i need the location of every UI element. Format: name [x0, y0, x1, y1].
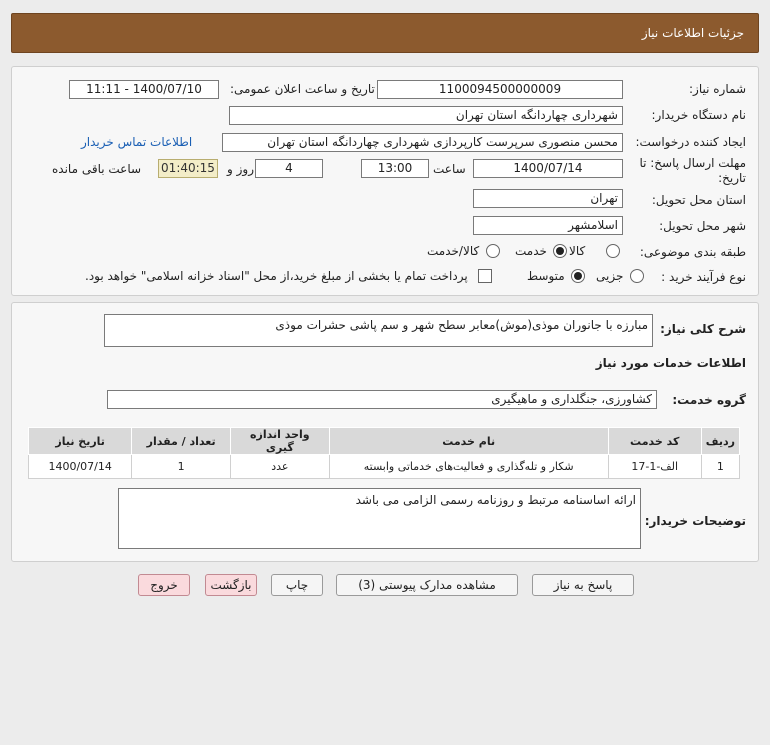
deadline-label-date: تاریخ: [718, 171, 746, 185]
process-label: نوع فرآیند خرید : [661, 270, 746, 284]
cell-row: 1 [700, 454, 741, 479]
buyer-label: نام دستگاه خریدار: [651, 108, 747, 122]
deadline-time-label: ساعت [433, 162, 466, 176]
col-service-code: کد خدمت [607, 427, 702, 455]
city-label: شهر محل تحویل: [659, 219, 746, 233]
creator-field: محسن منصوری سرپرست کارپردازی شهرداری چها… [222, 133, 623, 152]
need-number-field: 1100094500000009 [377, 80, 623, 99]
category-label: طبقه بندی موضوعی: [639, 245, 746, 259]
summary-label: شرح کلی نیاز: [660, 322, 746, 336]
remaining-label: ساعت باقی مانده [52, 162, 142, 176]
table-row: 1 الف-1-17 شکار و تله‌گذاری و فعالیت‌های… [27, 454, 741, 479]
cell-unit: عدد [230, 454, 330, 479]
category-option-both: کالا/خدمت [427, 244, 480, 258]
province-label: استان محل تحویل: [651, 193, 746, 207]
remaining-time-badge: 01:40:15 [158, 159, 218, 178]
exit-button[interactable]: خروج [138, 574, 190, 596]
creator-label: ایجاد کننده درخواست: [635, 135, 746, 149]
need-number-label: شماره نیاز: [689, 82, 746, 96]
deadline-date-field: 1400/07/14 [473, 159, 623, 178]
buyer-notes-field: ارائه اساسنامه مرتبط و روزنامه رسمی الزا… [118, 488, 641, 549]
col-quantity: تعداد / مقدار [131, 427, 231, 455]
buyer-notes-label: توضیحات خریدار: [644, 514, 746, 528]
summary-field: مبارزه با جانوران موذی(موش)معابر سطح شهر… [104, 314, 653, 347]
col-row: ردیف [700, 427, 741, 455]
process-radio-medium[interactable] [571, 269, 585, 283]
table-header-row: ردیف کد خدمت نام خدمت واحد اندازه گیری ت… [27, 427, 741, 455]
deadline-label: مهلت ارسال پاسخ: تا [639, 156, 746, 170]
category-option-service: خدمت [515, 244, 547, 258]
days-label: روز و [227, 162, 254, 176]
col-unit: واحد اندازه گیری [230, 427, 330, 455]
days-field: 4 [255, 159, 323, 178]
back-button[interactable]: بازگشت [205, 574, 257, 596]
announce-label: تاریخ و ساعت اعلان عمومی: [230, 82, 375, 96]
col-need-date: تاریخ نیاز [27, 427, 133, 455]
reply-button[interactable]: پاسخ به نیاز [532, 574, 634, 596]
service-group-label: گروه خدمت: [672, 393, 746, 407]
category-radio-both[interactable] [486, 244, 500, 258]
category-option-goods: کالا [569, 244, 586, 258]
page-header: جزئیات اطلاعات نیاز [11, 13, 759, 53]
cell-service-code: الف-1-17 [607, 454, 702, 479]
cell-need-date: 1400/07/14 [27, 454, 133, 479]
payment-note: پرداخت تمام یا بخشی از مبلغ خرید،از محل … [85, 269, 468, 283]
process-radio-minor[interactable] [630, 269, 644, 283]
city-field: اسلامشهر [473, 216, 623, 235]
buyer-contact-link[interactable]: اطلاعات تماس خریدار [81, 135, 192, 149]
services-heading: اطلاعات خدمات مورد نیاز [595, 356, 746, 370]
treasury-checkbox[interactable] [478, 269, 492, 283]
service-group-field: کشاورزی، جنگلداری و ماهیگیری [107, 390, 657, 409]
announce-field: 1400/07/10 - 11:11 [69, 80, 219, 99]
cell-service-name: شکار و تله‌گذاری و فعالیت‌های خدماتی واب… [328, 454, 609, 479]
process-option-minor: جزیی [596, 269, 624, 283]
services-table: ردیف کد خدمت نام خدمت واحد اندازه گیری ت… [27, 427, 741, 479]
buyer-field: شهرداری چهاردانگه استان تهران [229, 106, 623, 125]
col-service-name: نام خدمت [328, 427, 609, 455]
category-radio-goods[interactable] [606, 244, 620, 258]
need-info-panel [11, 66, 759, 296]
category-radio-service[interactable] [553, 244, 567, 258]
page-title: جزئیات اطلاعات نیاز [641, 26, 744, 40]
print-button[interactable]: چاپ [271, 574, 323, 596]
cell-quantity: 1 [131, 454, 231, 479]
process-option-medium: متوسط [527, 269, 565, 283]
attachments-button[interactable]: مشاهده مدارک پیوستی (3) [336, 574, 518, 596]
deadline-time-field: 13:00 [361, 159, 429, 178]
province-field: تهران [473, 189, 623, 208]
